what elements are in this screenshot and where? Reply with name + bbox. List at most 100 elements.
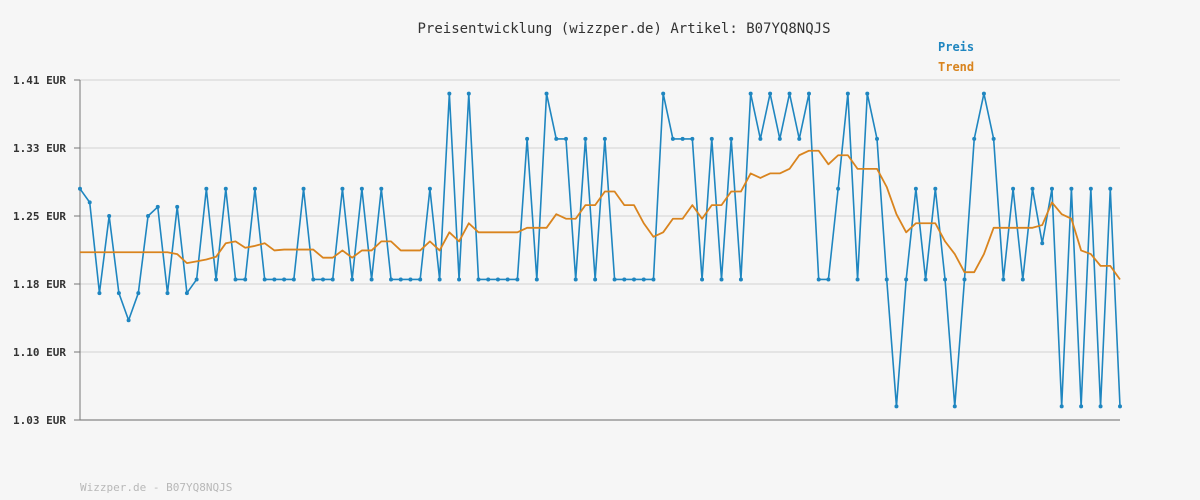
data-point-preis	[933, 186, 938, 191]
series-line-preis	[79, 92, 1121, 408]
data-point-preis	[146, 214, 151, 218]
data-point-preis	[651, 277, 656, 282]
data-point-preis	[1118, 404, 1122, 409]
data-point-preis	[709, 136, 714, 141]
data-point-preis	[78, 186, 82, 191]
data-point-preis	[505, 277, 510, 282]
data-point-preis	[204, 186, 209, 191]
data-point-preis	[661, 91, 666, 96]
data-point-preis	[282, 277, 287, 282]
y-tick-label: 1.33 EUR	[13, 142, 66, 155]
chart-title: Preisentwicklung (wizzper.de) Artikel: B…	[417, 21, 830, 37]
series-layer	[78, 91, 1122, 409]
data-point-preis	[748, 91, 753, 96]
data-point-preis	[408, 277, 413, 282]
data-point-preis	[136, 291, 141, 296]
legend-preis: Preis	[938, 40, 974, 54]
data-point-preis	[1059, 404, 1064, 409]
data-point-preis	[544, 91, 549, 96]
data-point-preis	[379, 186, 384, 191]
data-point-preis	[350, 277, 355, 282]
data-point-preis	[738, 277, 743, 282]
data-point-preis	[243, 277, 248, 282]
data-point-preis	[437, 277, 442, 282]
data-point-preis	[913, 186, 918, 191]
data-point-preis	[515, 277, 520, 282]
data-point-preis	[1108, 186, 1113, 191]
data-point-preis	[787, 91, 792, 96]
y-tick-label: 1.18 EUR	[13, 278, 66, 291]
data-point-preis	[797, 136, 802, 141]
data-point-preis	[427, 186, 432, 191]
data-point-preis	[340, 186, 345, 191]
data-point-preis	[457, 277, 462, 282]
chart-svg: Preisentwicklung (wizzper.de) Artikel: B…	[13, 21, 1122, 494]
data-point-preis	[923, 277, 928, 282]
y-tick-label: 1.41 EUR	[13, 74, 66, 87]
data-point-preis	[155, 204, 160, 209]
data-point-preis	[107, 214, 112, 218]
data-point-preis	[214, 277, 219, 282]
data-point-preis	[359, 186, 364, 191]
data-point-preis	[816, 277, 821, 282]
data-point-preis	[845, 91, 850, 96]
data-point-preis	[525, 136, 530, 141]
chart-footer: Wizzper.de - B07YQ8NQJS	[80, 481, 232, 494]
data-point-preis	[476, 277, 481, 282]
data-point-preis	[486, 277, 491, 282]
data-point-preis	[175, 204, 180, 209]
data-point-preis	[330, 277, 335, 282]
data-point-preis	[602, 136, 607, 141]
data-point-preis	[836, 186, 841, 191]
data-point-preis	[369, 277, 374, 282]
data-point-preis	[291, 277, 296, 282]
data-point-preis	[875, 136, 880, 141]
data-point-preis	[768, 91, 773, 96]
data-point-preis	[894, 404, 899, 409]
data-point-preis	[1040, 241, 1045, 246]
legend-trend: Trend	[938, 60, 974, 74]
data-point-preis	[495, 277, 500, 282]
data-point-preis	[1011, 186, 1016, 191]
data-point-preis	[729, 136, 734, 141]
data-point-preis	[272, 277, 277, 282]
data-point-preis	[126, 318, 131, 323]
data-point-preis	[632, 277, 637, 282]
data-point-preis	[719, 277, 724, 282]
data-point-preis	[320, 277, 325, 282]
data-point-preis	[184, 291, 189, 296]
data-point-preis	[311, 277, 316, 282]
data-point-preis	[583, 136, 588, 141]
data-point-preis	[865, 91, 870, 96]
data-point-preis	[690, 136, 695, 141]
data-point-preis	[981, 91, 986, 96]
data-point-preis	[262, 277, 267, 282]
data-point-preis	[398, 277, 403, 282]
data-point-preis	[301, 186, 306, 191]
data-point-preis	[806, 91, 811, 96]
data-point-preis	[855, 277, 860, 282]
data-point-preis	[233, 277, 238, 282]
data-point-preis	[116, 291, 121, 296]
grid-lines	[80, 79, 1120, 421]
data-point-preis	[777, 136, 782, 141]
data-point-preis	[991, 136, 996, 141]
data-point-preis	[1001, 277, 1006, 282]
data-point-preis	[97, 291, 102, 296]
data-point-preis	[252, 186, 257, 191]
data-point-preis	[223, 186, 228, 191]
data-point-preis	[87, 200, 92, 205]
data-point-preis	[573, 277, 578, 282]
data-point-preis	[447, 91, 452, 96]
data-point-preis	[826, 277, 831, 282]
y-tick-label: 1.10 EUR	[13, 346, 66, 359]
data-point-preis	[466, 91, 471, 96]
data-point-preis	[641, 277, 646, 282]
data-point-preis	[700, 277, 705, 282]
data-point-preis	[972, 136, 977, 141]
data-point-preis	[1049, 186, 1054, 191]
y-tick-label: 1.03 EUR	[13, 414, 66, 427]
data-point-preis	[1069, 186, 1074, 191]
data-point-preis	[943, 277, 948, 282]
data-point-preis	[165, 291, 170, 296]
